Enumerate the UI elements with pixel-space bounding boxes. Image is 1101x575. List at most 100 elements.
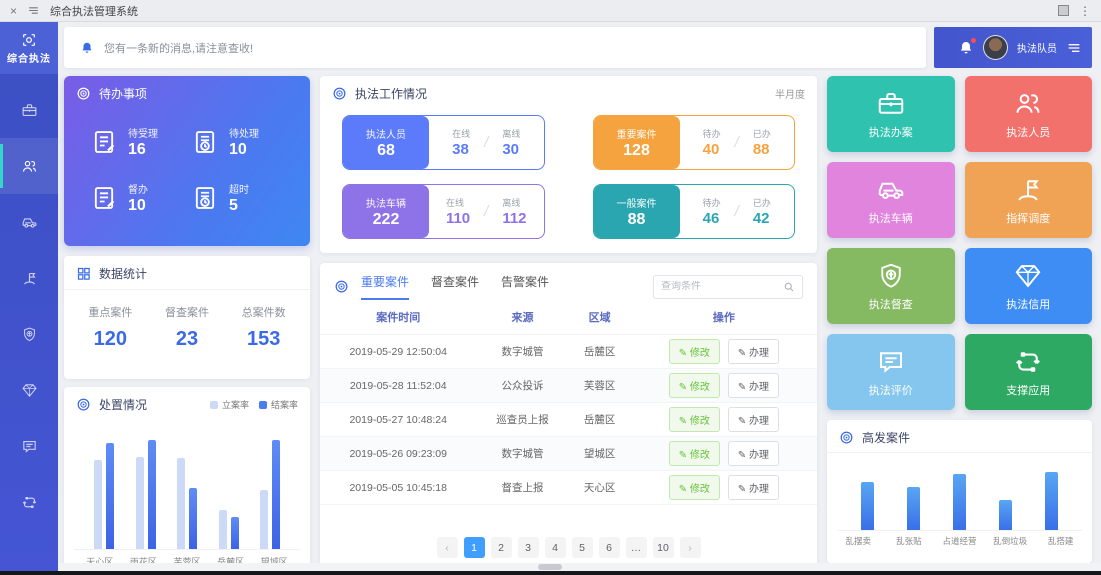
todo-item[interactable]: 督办10 bbox=[90, 181, 191, 215]
period-label[interactable]: 半月度 bbox=[775, 86, 805, 101]
stat-label: 督查案件 bbox=[165, 304, 209, 320]
todo-item[interactable]: 超时5 bbox=[191, 181, 292, 215]
sidebar-item-comment[interactable] bbox=[0, 418, 58, 474]
tile-执法人员[interactable]: 执法人员 bbox=[965, 76, 1093, 152]
tile-指挥调度[interactable]: 指挥调度 bbox=[965, 162, 1093, 238]
todo-item[interactable]: 待处理10 bbox=[191, 125, 292, 159]
search-icon[interactable] bbox=[783, 281, 795, 293]
slash-divider: / bbox=[735, 203, 739, 220]
page-button[interactable]: 2 bbox=[491, 537, 512, 558]
handle-button[interactable]: ✎ 办理 bbox=[728, 475, 779, 500]
bar-closing-rate bbox=[189, 488, 197, 549]
cell-time: 2019-05-05 10:45:18 bbox=[320, 471, 476, 505]
bar-closing-rate bbox=[106, 443, 114, 549]
window-titlebar: × 综合执法管理系统 ⋮ bbox=[0, 0, 1101, 22]
todo-item-label: 待处理 bbox=[229, 125, 259, 140]
work-stat-pair: 离线112 bbox=[502, 196, 526, 227]
handle-button[interactable]: ✎ 办理 bbox=[728, 339, 779, 364]
pair-key: 已办 bbox=[753, 196, 771, 209]
next-page-button[interactable]: › bbox=[680, 537, 701, 558]
pair-key: 待办 bbox=[703, 196, 721, 209]
sidebar-item-shield[interactable] bbox=[0, 306, 58, 362]
tab-告警案件[interactable]: 告警案件 bbox=[501, 273, 549, 300]
bar-group bbox=[136, 440, 156, 549]
logo: 综合执法 bbox=[0, 22, 58, 74]
list-menu-icon[interactable] bbox=[27, 4, 40, 17]
tile-执法评价[interactable]: 执法评价 bbox=[827, 334, 955, 410]
maximize-icon[interactable] bbox=[1058, 5, 1069, 16]
bar-closing-rate bbox=[272, 440, 280, 549]
tile-执法信用[interactable]: 执法信用 bbox=[965, 248, 1093, 324]
tile-执法车辆[interactable]: 执法车辆 bbox=[827, 162, 955, 238]
sidebar-nav bbox=[0, 74, 58, 575]
pair-key: 离线 bbox=[502, 127, 520, 140]
table-body: 2019-05-29 12:50:04数字城管岳麓区✎ 修改✎ 办理2019-0… bbox=[320, 335, 817, 505]
tile-label: 执法人员 bbox=[1006, 124, 1050, 140]
column-header: 区域 bbox=[569, 300, 631, 335]
work-stat-label: 执法人员 bbox=[366, 126, 406, 141]
work-stat-total-value: 222 bbox=[373, 211, 400, 229]
cell-area: 岳麓区 bbox=[569, 335, 631, 369]
pair-key: 离线 bbox=[502, 196, 526, 209]
page-button[interactable]: 5 bbox=[572, 537, 593, 558]
highfreq-title: 高发案件 bbox=[862, 429, 910, 446]
todo-item-value: 10 bbox=[229, 141, 259, 159]
prev-page-button[interactable]: ‹ bbox=[437, 537, 458, 558]
edit-button[interactable]: ✎ 修改 bbox=[669, 373, 720, 398]
cell-area: 岳麓区 bbox=[569, 403, 631, 437]
tile-执法督查[interactable]: 执法督查 bbox=[827, 248, 955, 324]
todo-item-value: 5 bbox=[229, 197, 249, 215]
page-button[interactable]: 6 bbox=[599, 537, 620, 558]
handle-button[interactable]: ✎ 办理 bbox=[728, 441, 779, 466]
tile-执法办案[interactable]: 执法办案 bbox=[827, 76, 955, 152]
stat-label: 重点案件 bbox=[88, 304, 132, 320]
stat-item: 总案件数153 bbox=[242, 304, 286, 351]
page-button[interactable]: 4 bbox=[545, 537, 566, 558]
work-stat-total-value: 68 bbox=[377, 142, 395, 160]
bar bbox=[999, 500, 1012, 530]
edit-button[interactable]: ✎ 修改 bbox=[669, 475, 720, 500]
sidebar-item-diamond[interactable] bbox=[0, 362, 58, 418]
sidebar-item-briefcase[interactable] bbox=[0, 82, 58, 138]
diamond-icon bbox=[1013, 261, 1043, 291]
tile-支撑应用[interactable]: 支撑应用 bbox=[965, 334, 1093, 410]
page-button[interactable]: 3 bbox=[518, 537, 539, 558]
sidebar-item-people[interactable] bbox=[0, 138, 58, 194]
hamburger-menu-icon[interactable] bbox=[1066, 40, 1082, 56]
doc-icon bbox=[90, 184, 118, 212]
page-button[interactable]: 10 bbox=[653, 537, 674, 558]
stat-label: 总案件数 bbox=[242, 304, 286, 320]
todo-item-value: 16 bbox=[128, 141, 158, 159]
work-stat-total: 执法人员68 bbox=[343, 116, 429, 169]
diamond-icon bbox=[21, 382, 38, 399]
work-stat-pair: 在线110 bbox=[446, 196, 470, 227]
scrollbar-thumb[interactable] bbox=[538, 564, 562, 570]
handle-button[interactable]: ✎ 办理 bbox=[728, 407, 779, 432]
bar-group bbox=[219, 510, 239, 549]
search-input[interactable] bbox=[661, 281, 777, 292]
handle-button[interactable]: ✎ 办理 bbox=[728, 373, 779, 398]
chart-legend: 立案率结案率 bbox=[210, 398, 298, 411]
search-box bbox=[653, 275, 803, 299]
tab-督查案件[interactable]: 督查案件 bbox=[431, 273, 479, 300]
sidebar-item-sync[interactable] bbox=[0, 474, 58, 530]
close-icon[interactable]: × bbox=[10, 4, 17, 18]
tab-重要案件[interactable]: 重要案件 bbox=[361, 273, 409, 300]
sidebar-item-dispatch[interactable] bbox=[0, 250, 58, 306]
edit-button[interactable]: ✎ 修改 bbox=[669, 339, 720, 364]
car-icon bbox=[21, 214, 38, 231]
legend-item: 结案率 bbox=[259, 398, 298, 411]
sidebar-item-car[interactable] bbox=[0, 194, 58, 250]
kebab-menu-icon[interactable]: ⋮ bbox=[1079, 4, 1091, 18]
table-row: 2019-05-27 10:48:24巡查员上报岳麓区✎ 修改✎ 办理 bbox=[320, 403, 817, 437]
edit-button[interactable]: ✎ 修改 bbox=[669, 441, 720, 466]
edit-button[interactable]: ✎ 修改 bbox=[669, 407, 720, 432]
notification-bell-icon[interactable] bbox=[958, 40, 974, 56]
pair-key: 在线 bbox=[452, 127, 470, 140]
page-button[interactable]: 1 bbox=[464, 537, 485, 558]
page-button[interactable]: … bbox=[626, 537, 647, 558]
horizontal-scrollbar[interactable] bbox=[58, 563, 1101, 571]
tile-label: 支撑应用 bbox=[1006, 382, 1050, 398]
avatar[interactable] bbox=[983, 35, 1008, 60]
todo-item[interactable]: 待受理16 bbox=[90, 125, 191, 159]
